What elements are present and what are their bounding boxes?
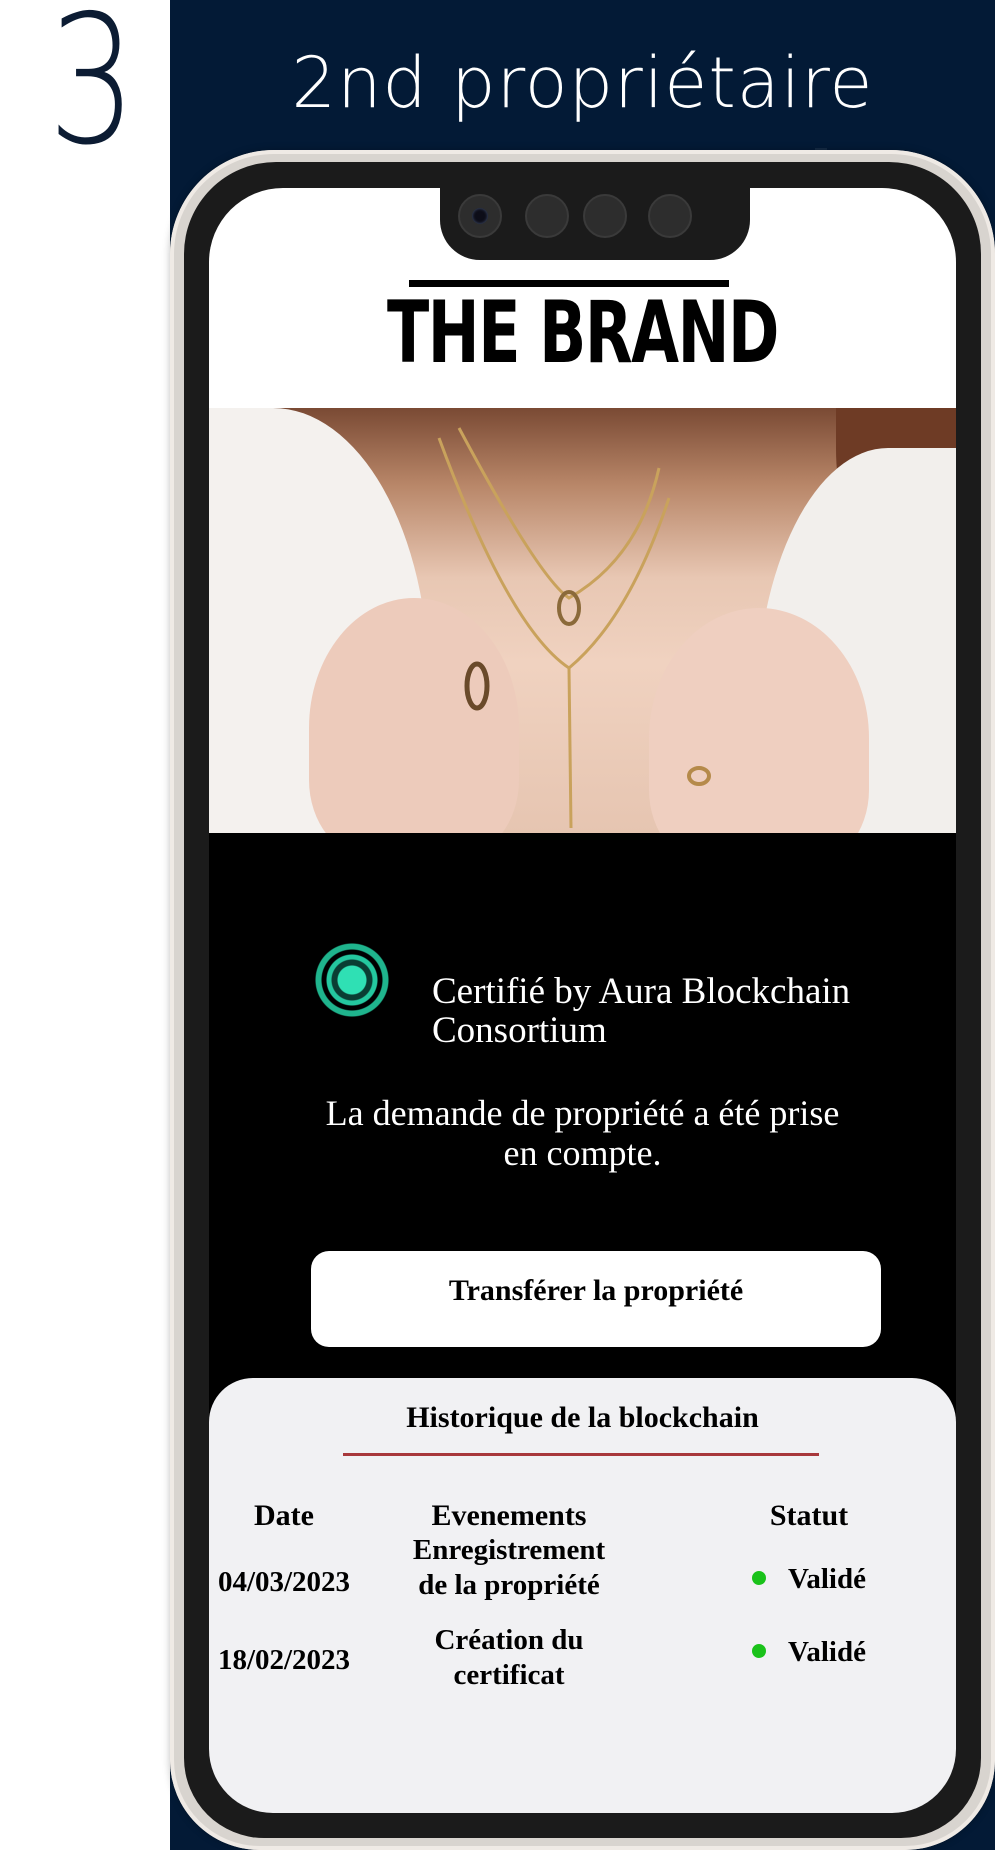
column-header-event: Evenements	[431, 1499, 587, 1532]
page-title: 2nd propriétaire	[291, 42, 874, 124]
sensor-icon	[583, 194, 627, 238]
product-photo	[209, 408, 956, 833]
ring-icon	[464, 661, 711, 786]
claim-line-1: La demande de propriété a été prise	[325, 1093, 840, 1133]
blockchain-history-panel: Historique de la blockchain Date Eveneme…	[209, 1378, 956, 1813]
row-date: 18/02/2023	[217, 1644, 351, 1676]
row-date: 04/03/2023	[217, 1566, 351, 1598]
certification-line-1: Certifié by Aura Blockchain	[432, 971, 851, 1012]
row-event-line-1: Enregistrement	[412, 1534, 606, 1566]
row-event: Création du certificat	[379, 1623, 639, 1693]
transfer-ownership-button[interactable]: Transférer la propriété	[311, 1251, 881, 1347]
row-status-label: Validé	[788, 1636, 866, 1668]
column-header-status: Statut	[769, 1499, 849, 1532]
sensor-icon	[525, 194, 569, 238]
certification-line-2: Consortium	[432, 1010, 607, 1051]
status-dot-icon	[752, 1571, 767, 1586]
row-event-line-2: certificat	[453, 1659, 565, 1691]
row-event: Enregistrement de la propriété	[379, 1533, 639, 1603]
left-column: 3	[0, 0, 170, 1850]
step-number: 3	[48, 0, 136, 184]
sensor-icon	[648, 194, 692, 238]
phone-screen: THE BRAND Certifié by Aura Blockchain Co…	[209, 188, 956, 1813]
phone-frame: THE BRAND Certifié by Aura Blockchain Co…	[170, 150, 995, 1850]
row-status: Validé	[689, 1635, 929, 1670]
brand-logo: THE BRAND	[387, 283, 779, 383]
history-title: Historique de la blockchain	[406, 1401, 759, 1434]
camera-icon	[458, 194, 502, 238]
row-event-line-2: de la propriété	[418, 1569, 600, 1601]
claim-line-2: en compte.	[503, 1133, 662, 1173]
row-status: Validé	[689, 1562, 929, 1597]
phone-notch	[440, 188, 750, 260]
status-dot-icon	[752, 1644, 767, 1659]
certification-text: Certifié by Aura Blockchain Consortium	[432, 972, 912, 1050]
aura-blockchain-logo-icon	[312, 940, 392, 1020]
row-event-line-1: Création du	[434, 1624, 584, 1656]
history-divider	[343, 1453, 819, 1456]
claim-confirmation: La demande de propriété a été prise en c…	[269, 1093, 896, 1173]
column-header-date: Date	[254, 1499, 314, 1532]
row-status-label: Validé	[788, 1563, 866, 1595]
